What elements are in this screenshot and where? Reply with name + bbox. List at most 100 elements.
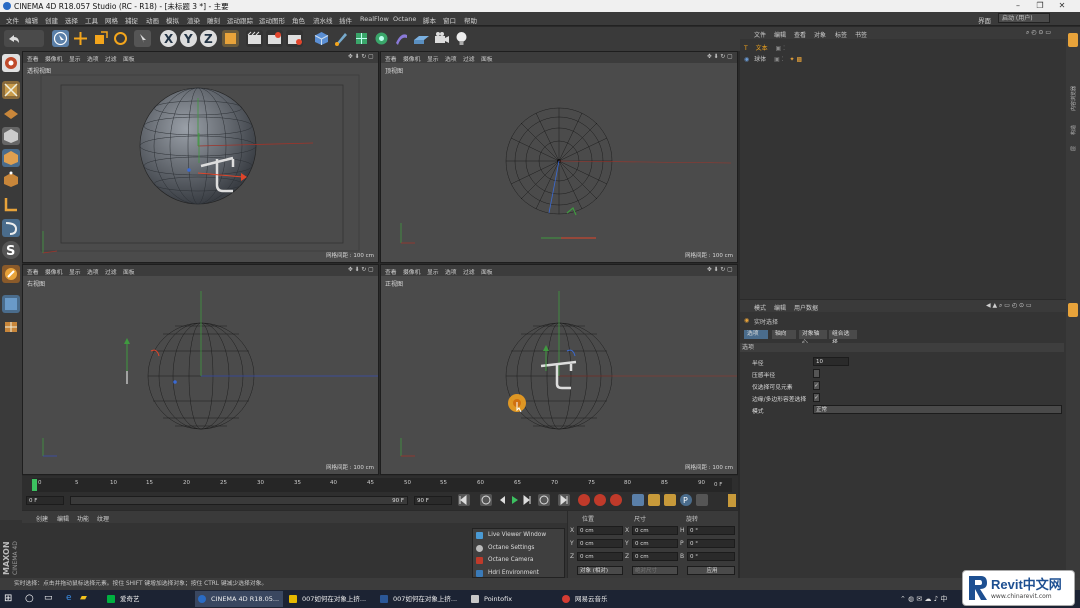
object-item-text[interactable]: T 文本 ▣ ⁚ <box>744 43 824 52</box>
menu-sculpt[interactable]: 雕刻 <box>207 15 220 25</box>
render-settings-icon[interactable] <box>286 30 303 47</box>
end-frame-field[interactable]: 90 F <box>414 496 452 505</box>
points-mode-icon[interactable] <box>2 171 20 189</box>
taskbar-app-netease-music[interactable]: 网易云音乐 <box>559 591 647 607</box>
vp-menu-options[interactable]: 选项 <box>87 267 99 276</box>
vp-menu-view[interactable]: 查看 <box>27 54 39 63</box>
vp-menu-camera[interactable]: 摄像机 <box>45 267 62 276</box>
viewport-perspective[interactable]: 查看 摄像机 显示 选项 过滤 面板 ✥ ⬇ ↻ ▢ 透视视图 网格间距 : 1… <box>22 51 379 263</box>
side-tab-content-browser[interactable]: 内容浏览器 <box>1066 53 1080 113</box>
vp-menu-view[interactable]: 查看 <box>385 54 397 63</box>
attr-menu-mode[interactable]: 模式 <box>754 303 766 312</box>
subdivision-icon[interactable] <box>353 30 370 47</box>
vp-menu-display[interactable]: 显示 <box>427 267 439 276</box>
close-button[interactable]: ✕ <box>1052 0 1072 12</box>
mograph-cloner-icon[interactable] <box>373 30 390 47</box>
object-mode-icon[interactable] <box>2 149 20 167</box>
scale-icon[interactable] <box>92 30 109 47</box>
z-axis-icon[interactable]: Z <box>200 30 217 47</box>
viewport-front[interactable]: 查看 摄像机 显示 选项 过滤 面板 ✥ ⬇ ↻ ▢ 正视图 网格间距 : 10… <box>380 264 738 475</box>
menu-plugins[interactable]: 插件 <box>339 15 352 25</box>
taskbar-app-cinema4d[interactable]: CINEMA 4D R18.05... <box>195 591 283 607</box>
render-to-viewer-icon[interactable] <box>266 30 283 47</box>
vp-menu-camera[interactable]: 摄像机 <box>403 54 420 63</box>
visible-only-checkbox[interactable]: ✓ <box>813 381 820 390</box>
rotate-icon[interactable] <box>112 30 129 47</box>
task-view-icon[interactable]: ▭ <box>44 593 53 603</box>
vp-menu-view[interactable]: 查看 <box>385 267 397 276</box>
menu-snap[interactable]: 捕捉 <box>125 15 138 25</box>
camera-icon[interactable] <box>433 30 450 47</box>
recent-tool-icon[interactable] <box>134 30 151 47</box>
tab-options[interactable]: 选项 <box>744 330 768 339</box>
timeline-ruler[interactable]: 0 5 10 15 20 25 30 35 40 45 50 55 60 65 … <box>32 478 732 492</box>
vp-menu-filter[interactable]: 过滤 <box>105 267 117 276</box>
model-mode-icon[interactable] <box>2 127 20 145</box>
vp-menu-panel[interactable]: 面板 <box>481 267 493 276</box>
light-icon[interactable] <box>453 30 470 47</box>
visibility-dots[interactable]: ▣ ⁚ <box>774 56 783 63</box>
size-y-field[interactable]: 0 cm <box>632 539 678 548</box>
position-z-field[interactable]: 0 cm <box>577 552 623 561</box>
rotation-p-field[interactable]: 0 ° <box>687 539 735 548</box>
side-tab-structure[interactable]: 构造 <box>1066 117 1080 137</box>
vp-menu-display[interactable]: 显示 <box>427 54 439 63</box>
vp-menu-options[interactable]: 选项 <box>445 54 457 63</box>
menu-mesh[interactable]: 网格 <box>105 15 118 25</box>
vp-menu-display[interactable]: 显示 <box>69 267 81 276</box>
coordinate-mode-dropdown[interactable]: 对象 (相对) <box>577 566 623 575</box>
menu-help[interactable]: 帮助 <box>464 15 477 25</box>
workplane-icon[interactable] <box>2 103 20 121</box>
vp-menu-panel[interactable]: 面板 <box>123 267 135 276</box>
attr-menu-userdata[interactable]: 用户数据 <box>794 303 818 312</box>
attr-menu-edit[interactable]: 编辑 <box>774 303 786 312</box>
side-tab-attributes[interactable] <box>1068 303 1078 317</box>
render-view-icon[interactable] <box>246 30 263 47</box>
menu-realflow[interactable]: RealFlow <box>360 15 389 23</box>
attr-nav-icons[interactable]: ◀ ▲ ⌕ ▭ ◴ ⊙ ▭ <box>986 302 1032 310</box>
snap-icon[interactable]: S <box>2 241 20 259</box>
vp-menu-filter[interactable]: 过滤 <box>105 54 117 63</box>
vp-menu-options[interactable]: 选项 <box>445 267 457 276</box>
size-z-field[interactable]: 0 cm <box>632 552 678 561</box>
size-mode-dropdown[interactable]: 绝对尺寸 <box>632 566 678 575</box>
floor-icon[interactable] <box>413 30 430 47</box>
menu-animate[interactable]: 动画 <box>146 15 159 25</box>
apply-button[interactable]: 应用 <box>687 566 735 575</box>
vp-menu-panel[interactable]: 面板 <box>123 54 135 63</box>
axis-mode-icon[interactable] <box>2 295 20 313</box>
edge-icon[interactable]: e <box>66 593 72 603</box>
obj-menu-edit[interactable]: 编辑 <box>774 30 786 39</box>
edges-mode-icon[interactable] <box>2 195 20 213</box>
taskbar-app-folder[interactable]: 007如何在对象上挤... <box>286 591 374 607</box>
menu-window[interactable]: 窗口 <box>443 15 456 25</box>
menu-tools[interactable]: 工具 <box>85 15 98 25</box>
live-selection-icon[interactable] <box>52 30 69 47</box>
taskbar-app-iqiyi[interactable]: 爱奇艺 <box>104 591 190 607</box>
mat-menu-create[interactable]: 创建 <box>36 514 48 523</box>
vp-menu-display[interactable]: 显示 <box>69 54 81 63</box>
undo-icon[interactable] <box>4 30 44 47</box>
mat-menu-function[interactable]: 功能 <box>77 514 89 523</box>
x-axis-icon[interactable]: X <box>160 30 177 47</box>
menu-file[interactable]: 文件 <box>6 15 19 25</box>
coordinate-system-icon[interactable] <box>222 30 239 47</box>
rotation-h-field[interactable]: 0 ° <box>687 526 735 535</box>
move-icon[interactable] <box>72 30 89 47</box>
viewport-nav-icons[interactable]: ✥ ⬇ ↻ ▢ <box>707 54 733 60</box>
pen-spline-icon[interactable] <box>333 30 350 47</box>
obj-menu-file[interactable]: 文件 <box>754 30 766 39</box>
cube-icon[interactable] <box>313 30 330 47</box>
make-editable-icon[interactable] <box>2 54 20 72</box>
vp-menu-filter[interactable]: 过滤 <box>463 267 475 276</box>
size-x-field[interactable]: 0 cm <box>632 526 678 535</box>
vp-menu-camera[interactable]: 摄像机 <box>45 54 62 63</box>
quantize-icon[interactable] <box>2 265 20 283</box>
mat-menu-texture[interactable]: 纹理 <box>97 514 109 523</box>
obj-menu-object[interactable]: 对象 <box>814 30 826 39</box>
position-x-field[interactable]: 0 cm <box>577 526 623 535</box>
viewport-top[interactable]: 查看 摄像机 显示 选项 过滤 面板 ✥ ⬇ ↻ ▢ 顶视图 网格间距 : 10… <box>380 51 738 263</box>
lock-workplane-icon[interactable] <box>2 317 20 335</box>
obj-menu-bookmarks[interactable]: 书签 <box>855 30 867 39</box>
visibility-dots[interactable]: ▣ ⁚ <box>776 45 785 52</box>
